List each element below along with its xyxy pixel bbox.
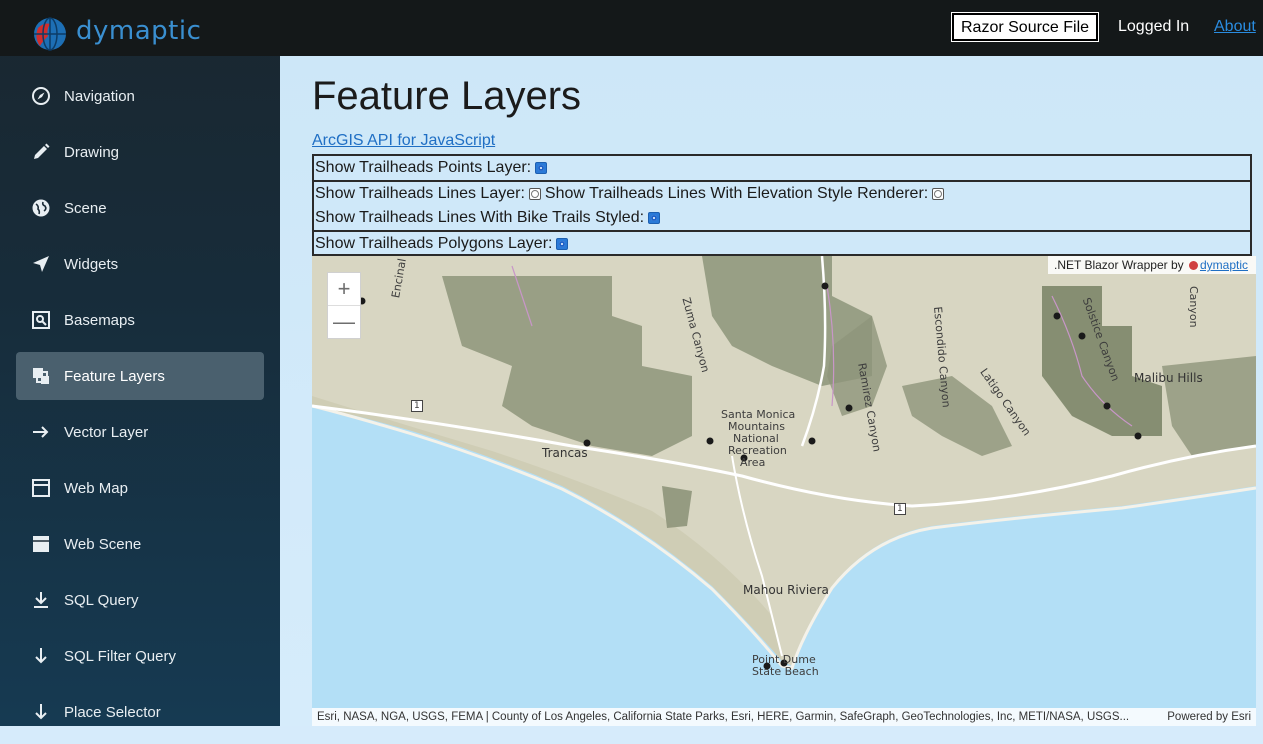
sidebar-item-sql-filter-query[interactable]: SQL Filter Query	[16, 632, 264, 680]
sidebar-item-navigation[interactable]: Navigation	[16, 72, 264, 120]
browser-window-filled-icon	[30, 533, 52, 555]
sidebar-item-vector-layer[interactable]: Vector Layer	[16, 408, 264, 456]
dymaptic-small-logo-icon	[1188, 261, 1198, 270]
powered-by-esri[interactable]: Powered by Esri	[1167, 711, 1251, 723]
map-label-point-dume: State Beach	[752, 665, 819, 678]
map-label-trancas: Trancas	[542, 446, 588, 460]
dymaptic-logo-icon	[34, 17, 66, 51]
zoom-in-button[interactable]: +	[328, 273, 360, 305]
basemap-icon	[30, 309, 52, 331]
sidebar-item-drawing[interactable]: Drawing	[16, 128, 264, 176]
sidebar-item-label: Basemaps	[64, 311, 135, 329]
brand-name: dymaptic	[76, 16, 202, 46]
pencil-icon	[30, 141, 52, 163]
about-link[interactable]: About	[1214, 18, 1256, 36]
zoom-control: + —	[327, 272, 361, 339]
polygons-layer-option: Show Trailheads Polygons Layer:	[312, 230, 1252, 256]
sidebar-item-basemaps[interactable]: Basemaps	[16, 296, 264, 344]
sidebar-item-label: Place Selector	[64, 703, 161, 721]
elevation-renderer-label: Show Trailheads Lines With Elevation Sty…	[544, 185, 929, 202]
wrapper-credit-text: .NET Blazor Wrapper by	[1054, 258, 1184, 272]
sidebar-item-widgets[interactable]: Widgets	[16, 240, 264, 288]
lines-layer-radio[interactable]	[528, 188, 541, 200]
sidebar-item-web-scene[interactable]: Web Scene	[16, 520, 264, 568]
layers-icon	[30, 365, 52, 387]
browser-window-icon	[30, 477, 52, 499]
wrapper-credit: .NET Blazor Wrapper by dymaptic	[1048, 256, 1256, 274]
download-icon	[30, 589, 52, 611]
sidebar: dymaptic Navigation Drawing Scene Widget…	[0, 0, 280, 726]
lines-layer-options: Show Trailheads Lines Layer: Show Trailh…	[312, 180, 1252, 232]
logged-in-status: Logged In	[1118, 18, 1190, 35]
attribution-text[interactable]: Esri, NASA, NGA, USGS, FEMA | County of …	[317, 711, 1129, 723]
sidebar-item-label: Feature Layers	[64, 367, 165, 385]
map-label-smm: Area	[740, 456, 766, 469]
page-title: Feature Layers	[312, 74, 582, 118]
sidebar-item-label: Web Scene	[64, 535, 142, 553]
map-label-mahou-riviera: Mahou Riviera	[743, 583, 829, 597]
points-layer-label: Show Trailheads Points Layer:	[315, 159, 532, 176]
razor-source-file-button[interactable]: Razor Source File	[950, 12, 1100, 42]
arrow-down-icon	[30, 645, 52, 667]
sidebar-item-label: Navigation	[64, 87, 135, 105]
map-label-malibu-hills: Malibu Hills	[1134, 371, 1203, 385]
sidebar-item-label: Vector Layer	[64, 423, 149, 441]
sidebar-item-web-map[interactable]: Web Map	[16, 464, 264, 512]
lines-layer-label: Show Trailheads Lines Layer:	[315, 185, 525, 202]
sidebar-item-label: Drawing	[64, 143, 120, 161]
arcgis-api-link[interactable]: ArcGIS API for JavaScript	[312, 132, 495, 150]
map-attribution: Esri, NASA, NGA, USGS, FEMA | County of …	[312, 708, 1256, 726]
sidebar-item-scene[interactable]: Scene	[16, 184, 264, 232]
arrow-right-icon	[30, 421, 52, 443]
main-content: Feature Layers ArcGIS API for JavaScript…	[280, 56, 1263, 726]
map-label-highway-1: 1	[411, 400, 423, 412]
map-label-corral-canyon: Canyon	[1187, 286, 1200, 328]
compass-icon	[30, 85, 52, 107]
arrow-down-icon	[30, 701, 52, 723]
sidebar-item-label: SQL Query	[64, 591, 139, 609]
zoom-out-button[interactable]: —	[328, 305, 360, 338]
sidebar-item-label: SQL Filter Query	[64, 647, 176, 665]
points-layer-option: Show Trailheads Points Layer:	[312, 154, 1252, 182]
top-bar: Razor Source File Logged In About	[280, 0, 1263, 56]
bike-trails-radio[interactable]	[648, 212, 661, 224]
points-layer-radio[interactable]	[535, 162, 548, 174]
sidebar-item-place-selector[interactable]: Place Selector	[16, 688, 264, 736]
globe-icon	[30, 197, 52, 219]
bike-trails-label: Show Trailheads Lines With Bike Trails S…	[315, 209, 645, 226]
map-label-highway-1: 1	[894, 503, 906, 515]
sidebar-item-label: Widgets	[64, 255, 119, 273]
logo-bar: dymaptic	[0, 0, 280, 56]
location-arrow-icon	[30, 253, 52, 275]
sidebar-item-sql-query[interactable]: SQL Query	[16, 576, 264, 624]
map-view[interactable]: Trancas Santa Monica Mountains National …	[312, 256, 1256, 726]
polygons-layer-radio[interactable]	[556, 238, 569, 250]
sidebar-item-label: Web Map	[64, 479, 128, 497]
elevation-renderer-radio[interactable]	[932, 188, 945, 200]
sidebar-item-label: Scene	[64, 199, 107, 217]
sidebar-nav: Navigation Drawing Scene Widgets Basemap…	[16, 72, 264, 744]
dymaptic-link[interactable]: dymaptic	[1200, 258, 1248, 272]
polygons-layer-label: Show Trailheads Polygons Layer:	[315, 235, 553, 252]
sidebar-item-feature-layers[interactable]: Feature Layers	[16, 352, 264, 400]
